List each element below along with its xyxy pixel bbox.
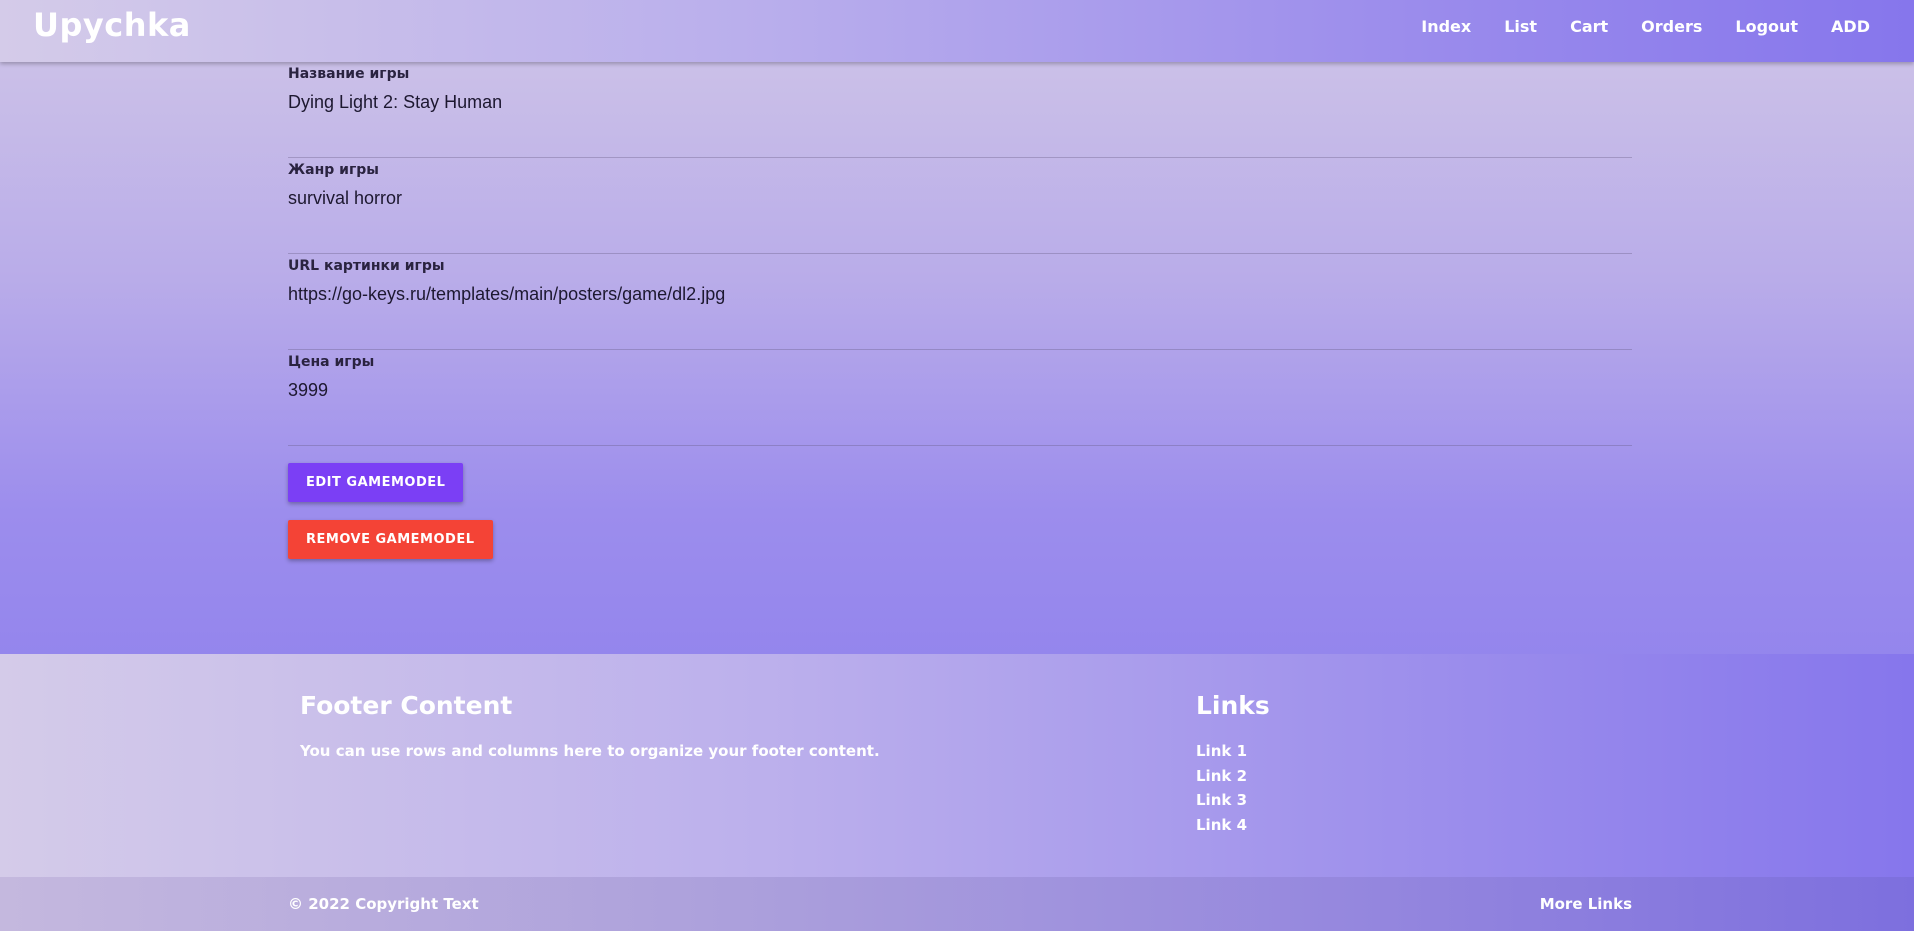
footer-link-1[interactable]: Link 1	[1196, 742, 1247, 767]
footer-link-3[interactable]: Link 3	[1196, 791, 1247, 816]
top-navbar: Upychka Index List Cart Orders Logout AD…	[0, 0, 1914, 62]
footer-bottom-bar: © 2022 Copyright Text More Links	[0, 877, 1914, 931]
footer-text: You can use rows and columns here to org…	[300, 742, 880, 760]
brand-logo[interactable]: Upychka	[33, 6, 191, 44]
nav-link-orders[interactable]: Orders	[1641, 17, 1702, 36]
more-links-link[interactable]: More Links	[1540, 895, 1632, 913]
game-details: Название игры Dying Light 2: Stay Human …	[288, 62, 1632, 559]
edit-gamemodel-button[interactable]: EDIT GAMEMODEL	[288, 463, 464, 502]
nav-link-list[interactable]: List	[1504, 17, 1537, 36]
nav-link-logout[interactable]: Logout	[1735, 17, 1798, 36]
nav-link-cart[interactable]: Cart	[1570, 17, 1608, 36]
field-game-price: Цена игры 3999	[288, 350, 1632, 446]
remove-gamemodel-button[interactable]: REMOVE GAMEMODEL	[288, 520, 493, 559]
field-game-name: Название игры Dying Light 2: Stay Human	[288, 62, 1632, 158]
nav-links: Index List Cart Orders Logout ADD	[1388, 17, 1870, 36]
footer-title: Footer Content	[300, 691, 513, 720]
footer-links-list: Link 1 Link 2 Link 3 Link 4	[1196, 742, 1247, 840]
nav-link-add[interactable]: ADD	[1831, 17, 1870, 36]
field-game-image-url: URL картинки игры https://go-keys.ru/tem…	[288, 254, 1632, 350]
field-value: 3999	[288, 380, 329, 400]
footer: Footer Content You can use rows and colu…	[0, 654, 1914, 877]
field-value: Dying Light 2: Stay Human	[288, 92, 503, 112]
footer-links-title: Links	[1196, 691, 1270, 720]
field-game-genre: Жанр игры survival horror	[288, 158, 1632, 254]
field-value: survival horror	[288, 188, 403, 208]
footer-link-2[interactable]: Link 2	[1196, 767, 1247, 792]
footer-link-4[interactable]: Link 4	[1196, 816, 1247, 841]
field-label: Цена игры	[288, 354, 375, 370]
field-label: URL картинки игры	[288, 258, 445, 274]
field-label: Название игры	[288, 66, 410, 82]
field-value: https://go-keys.ru/templates/main/poster…	[288, 284, 726, 304]
field-label: Жанр игры	[288, 162, 379, 178]
nav-link-index[interactable]: Index	[1421, 17, 1471, 36]
copyright-text: © 2022 Copyright Text	[288, 895, 479, 913]
